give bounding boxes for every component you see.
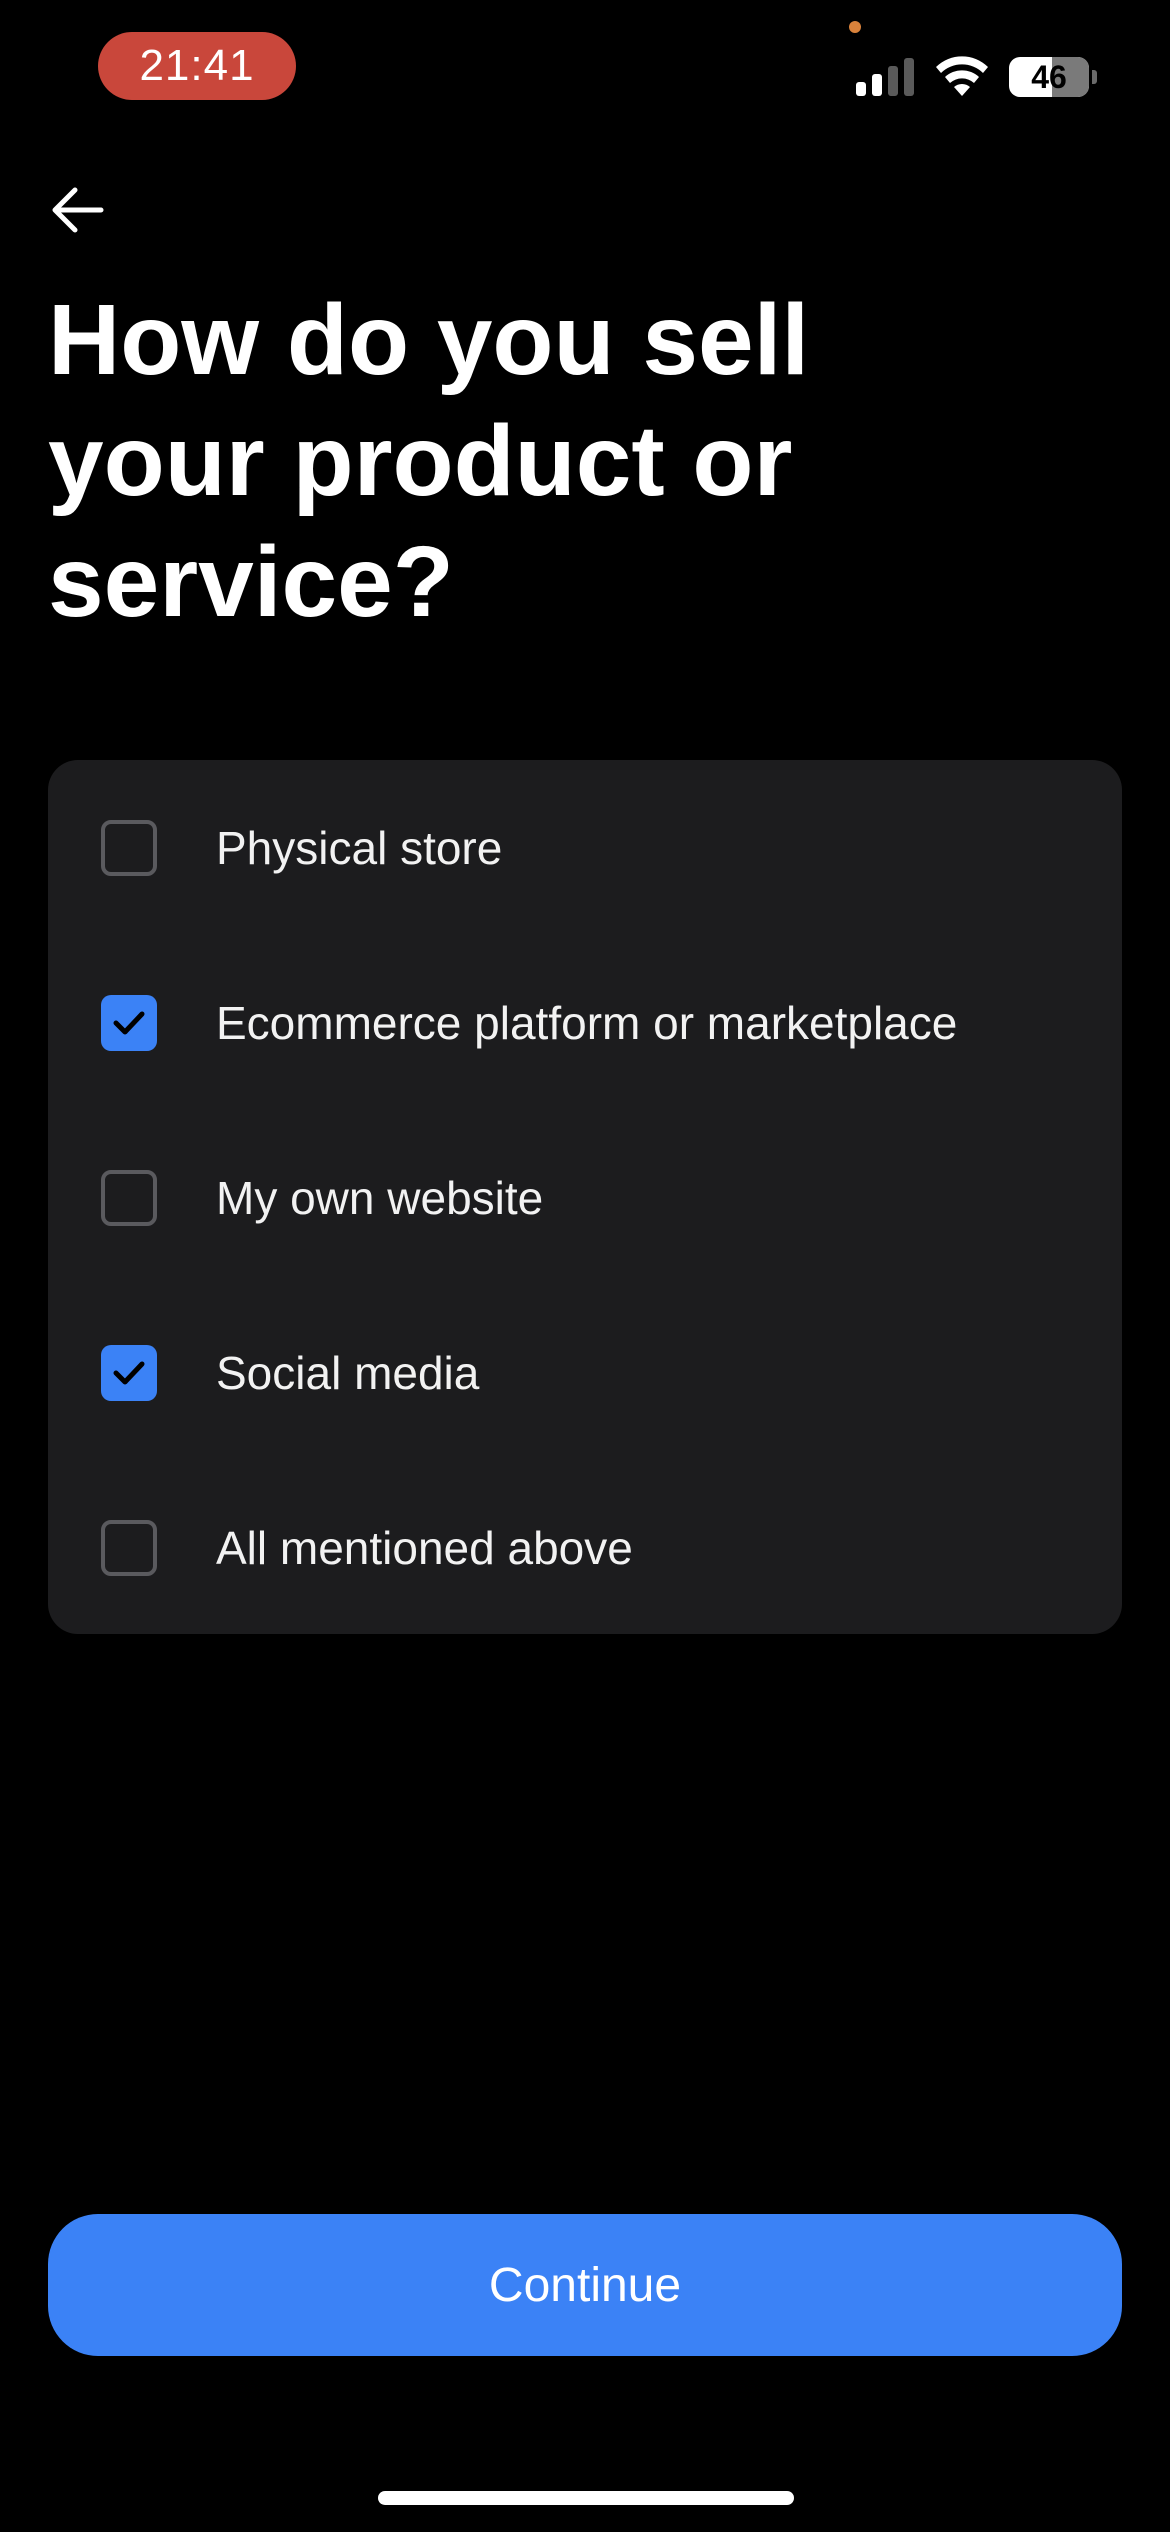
checkmark-icon xyxy=(113,1011,145,1035)
checkbox-unchecked[interactable] xyxy=(101,820,157,876)
battery-level: 46 xyxy=(1031,58,1067,95)
option-own-website[interactable]: My own website xyxy=(48,1138,1122,1258)
option-label: All mentioned above xyxy=(216,1522,633,1574)
home-indicator[interactable] xyxy=(378,2491,794,2505)
checkbox-checked[interactable] xyxy=(101,995,157,1051)
status-time-pill[interactable]: 21:41 xyxy=(98,32,296,100)
checkmark-icon xyxy=(113,1361,145,1385)
screen: 21:41 46 How do you sell your product or… xyxy=(0,0,1170,2532)
continue-button[interactable]: Continue xyxy=(48,2214,1122,2356)
option-label: Social media xyxy=(216,1347,480,1399)
back-button[interactable] xyxy=(44,180,110,240)
cellular-signal-icon xyxy=(856,56,916,96)
option-physical-store[interactable]: Physical store xyxy=(48,788,1122,908)
checkbox-checked[interactable] xyxy=(101,1345,157,1401)
option-all-mentioned[interactable]: All mentioned above xyxy=(48,1488,1122,1608)
status-time: 21:41 xyxy=(139,41,255,90)
checkbox-unchecked[interactable] xyxy=(101,1520,157,1576)
page-title: How do you sell your product or service? xyxy=(48,284,810,638)
battery-icon: 46 xyxy=(1009,57,1089,97)
option-label: My own website xyxy=(216,1172,544,1224)
option-social-media[interactable]: Social media xyxy=(48,1313,1122,1433)
battery-tip xyxy=(1092,70,1097,84)
option-label: Ecommerce platform or marketplace xyxy=(216,997,958,1049)
arrow-left-icon xyxy=(52,187,104,233)
option-ecommerce-platform[interactable]: Ecommerce platform or marketplace xyxy=(48,963,1122,1083)
option-label: Physical store xyxy=(216,822,503,874)
privacy-indicator-dot xyxy=(849,21,861,33)
options-card: Physical store Ecommerce platform or mar… xyxy=(48,760,1122,1634)
checkbox-unchecked[interactable] xyxy=(101,1170,157,1226)
wifi-icon xyxy=(936,56,988,96)
